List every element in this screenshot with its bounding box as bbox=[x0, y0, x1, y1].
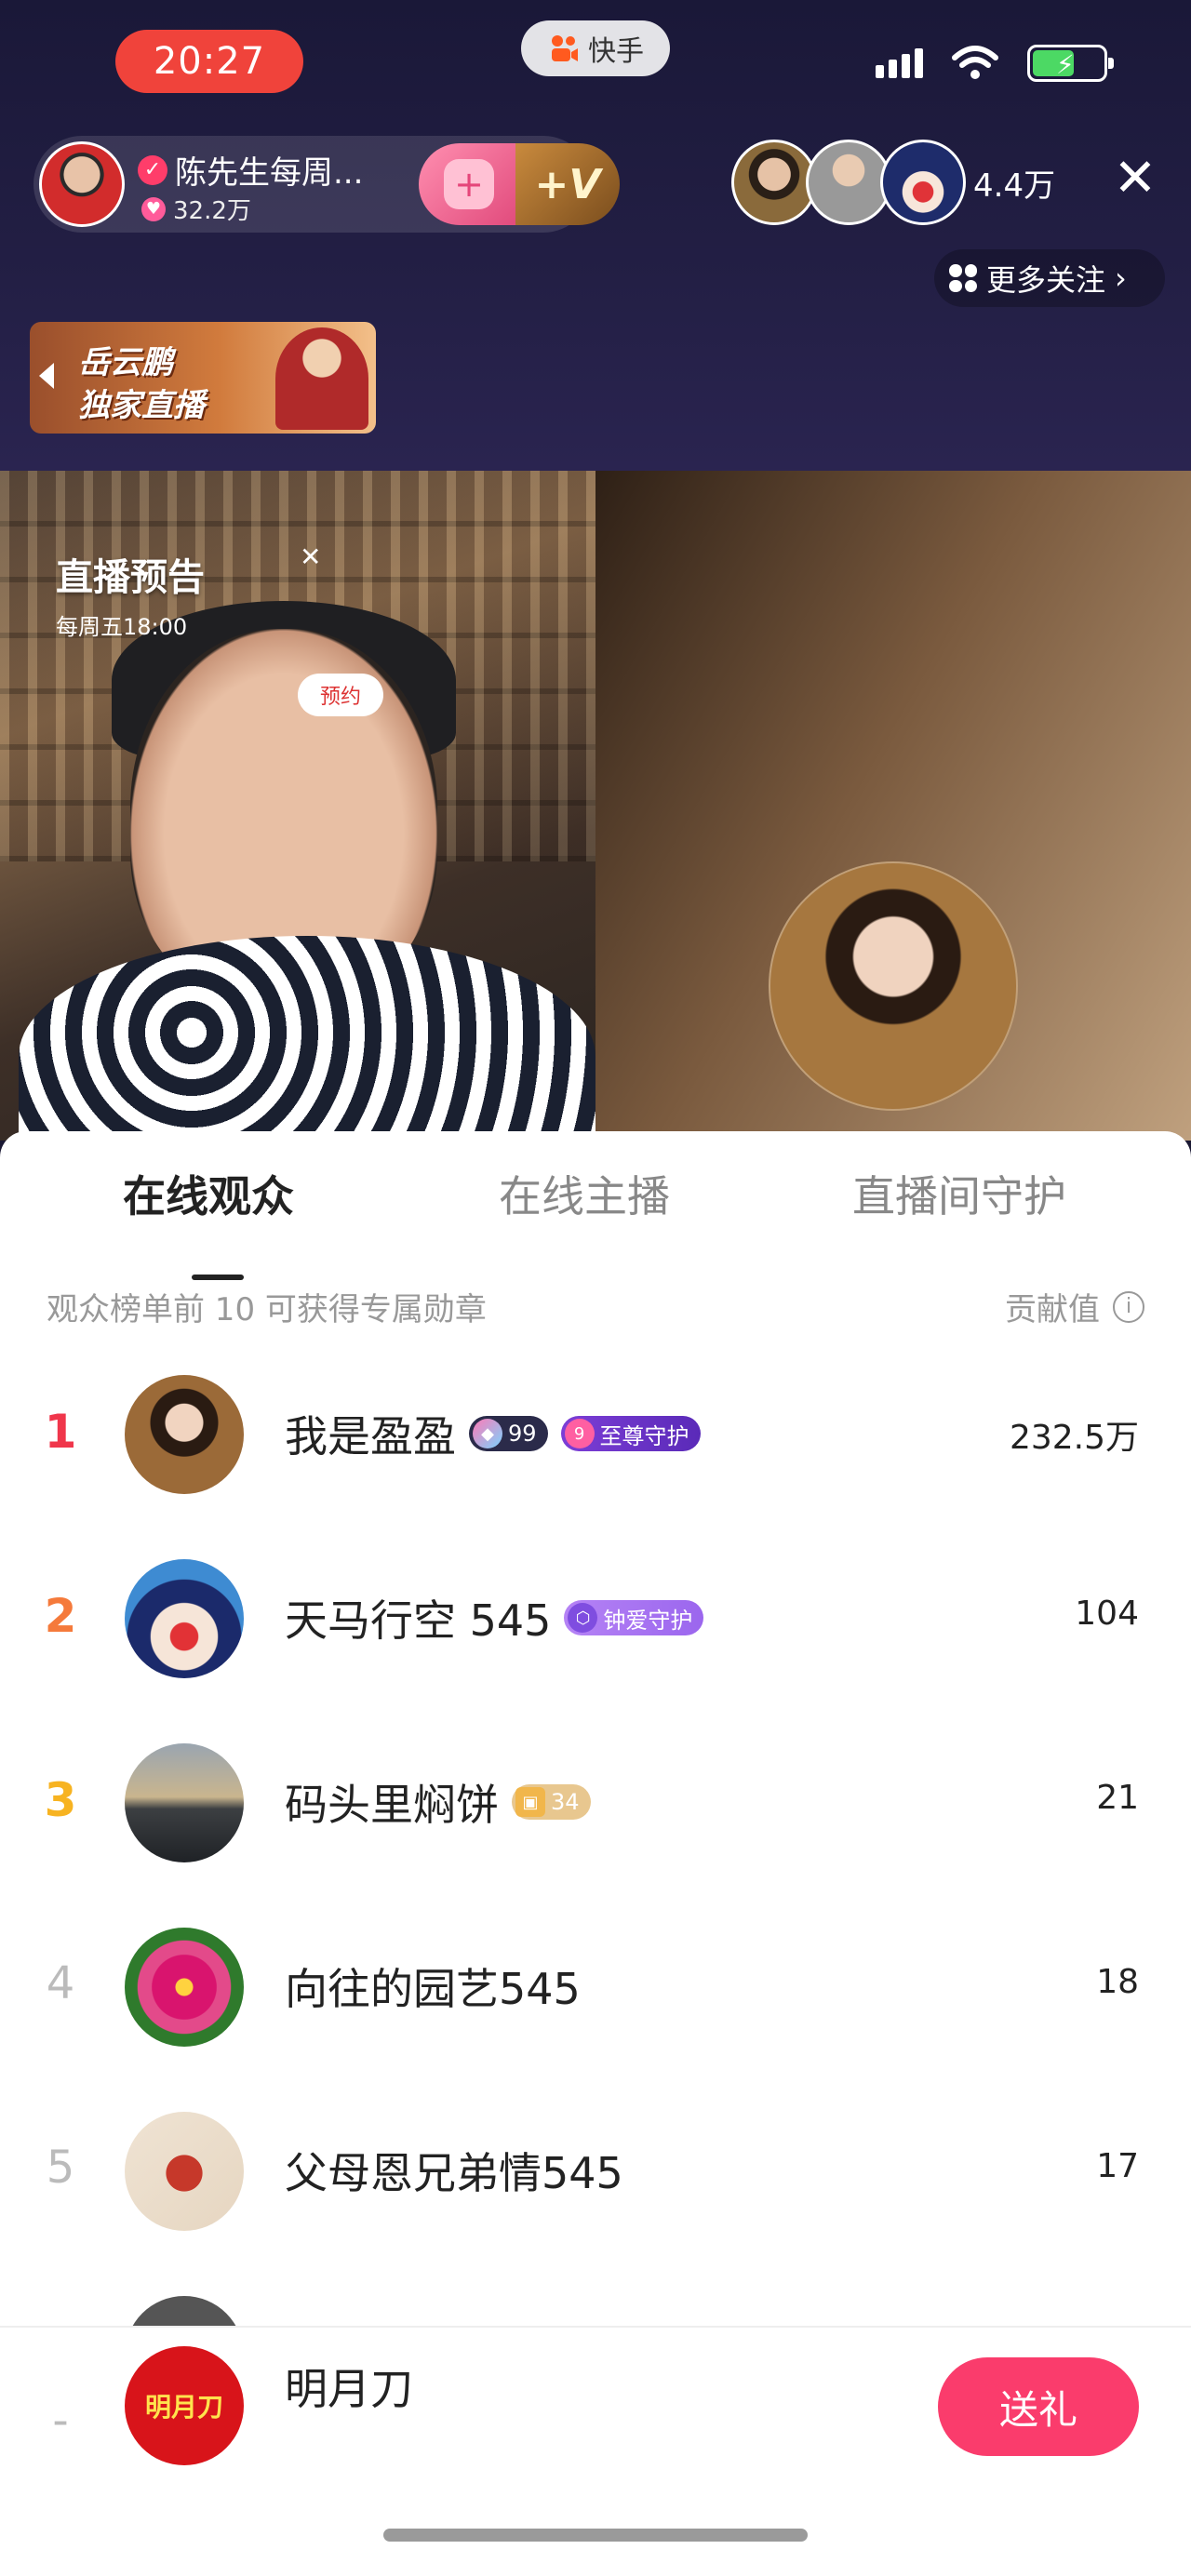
user-name: 父母恩兄弟情545 bbox=[285, 2148, 623, 2198]
caret-left-icon bbox=[39, 363, 54, 389]
banner-line2: 独家直播 bbox=[78, 387, 205, 424]
reserve-button[interactable]: 预约 bbox=[298, 674, 383, 716]
active-tab-indicator bbox=[192, 1275, 244, 1280]
viewer-avatar[interactable] bbox=[731, 140, 817, 225]
user-name: 天马行空 545 bbox=[285, 1595, 552, 1646]
tab-room-guardians[interactable]: 直播间守护 bbox=[852, 1163, 1066, 1224]
guest-avatar[interactable] bbox=[769, 861, 1018, 1111]
viewer-avatar[interactable] bbox=[806, 140, 891, 225]
close-icon[interactable]: ✕ bbox=[1111, 153, 1159, 205]
home-indicator[interactable] bbox=[383, 2529, 808, 2542]
host-avatar[interactable] bbox=[39, 141, 125, 227]
contribution-label: 贡献值 bbox=[1005, 1291, 1100, 1328]
rank-number: 4 bbox=[46, 1957, 75, 2009]
banner-line1: 岳云鹏 bbox=[78, 344, 173, 381]
cube-icon: ▣ bbox=[515, 1787, 545, 1817]
kuaishou-logo-icon bbox=[552, 35, 578, 61]
fan-level-badge: ▣ 34 bbox=[512, 1784, 591, 1820]
ranking-note: 观众榜单前 10 可获得专属勋章 bbox=[47, 1291, 487, 1328]
user-name: 向往的园艺545 bbox=[285, 1964, 581, 2014]
cellular-signal-icon bbox=[876, 48, 923, 78]
my-rank: - bbox=[52, 2395, 69, 2447]
banner-portrait bbox=[275, 327, 368, 430]
user-name: 码头里焖饼 bbox=[285, 1780, 499, 1830]
live-header: 20:27 快手 ⚡ ✓ 陈先生每周... ♥ 32.2万 + +V 4.4万 … bbox=[0, 0, 1191, 471]
rank-number: 1 bbox=[44, 1405, 77, 1459]
level-badge: ◆ 99 bbox=[469, 1416, 548, 1451]
verified-icon: ✓ bbox=[138, 154, 167, 185]
list-item[interactable]: 2 天马行空 545 ⬡ 钟爱守护 104 bbox=[0, 1544, 1191, 1693]
preview-schedule: 每周五18:00 bbox=[56, 614, 188, 640]
guest-video[interactable] bbox=[596, 471, 1191, 1141]
close-icon[interactable]: ✕ bbox=[300, 541, 321, 572]
heart-icon: ♥ bbox=[141, 196, 166, 221]
my-avatar[interactable]: 明月刀 bbox=[125, 2346, 244, 2465]
sheet-tabs: 在线观众 在线主播 直播间守护 bbox=[0, 1163, 1191, 1280]
tab-online-hosts[interactable]: 在线主播 bbox=[499, 1163, 670, 1224]
rank-number: 3 bbox=[44, 1773, 77, 1827]
avatar[interactable] bbox=[125, 1559, 244, 1678]
viewer-avatar[interactable] bbox=[880, 140, 966, 225]
avatar[interactable] bbox=[125, 1743, 244, 1862]
list-item[interactable]: 1 我是盈盈 ◆ 99 9 至尊守护 232.5万 bbox=[0, 1360, 1191, 1509]
rank-number: 2 bbox=[44, 1589, 77, 1643]
battery-icon: ⚡ bbox=[1027, 45, 1114, 82]
rank-number: 5 bbox=[46, 2142, 75, 2194]
guardian-icon: 9 bbox=[564, 1419, 595, 1448]
host-name: 陈先生每周... bbox=[175, 154, 364, 192]
avatar[interactable] bbox=[125, 1928, 244, 2047]
host-fans-count: 32.2万 bbox=[173, 197, 251, 225]
status-time: 20:27 bbox=[115, 30, 303, 93]
list-item[interactable]: 5 父母恩兄弟情545 17 bbox=[0, 2097, 1191, 2246]
top-viewers[interactable] bbox=[731, 140, 966, 225]
contribution-score: 21 bbox=[1096, 1779, 1139, 1817]
avatar[interactable] bbox=[125, 2112, 244, 2231]
chevron-right-icon: › bbox=[1115, 260, 1127, 296]
more-follow-button[interactable]: 更多关注 › bbox=[934, 249, 1165, 307]
follow-button[interactable]: + bbox=[419, 143, 519, 225]
info-icon[interactable]: i bbox=[1113, 1290, 1144, 1323]
viewer-count[interactable]: 4.4万 bbox=[973, 160, 1055, 206]
user-name: 我是盈盈 bbox=[285, 1411, 456, 1462]
preview-title: 直播预告 bbox=[56, 556, 205, 599]
gem-icon: ◆ bbox=[473, 1419, 502, 1448]
more-follow-label: 更多关注 bbox=[986, 262, 1106, 298]
shield-icon: ⬡ bbox=[568, 1603, 598, 1633]
send-gift-button[interactable]: 送礼 bbox=[938, 2357, 1139, 2456]
contribution-score: 17 bbox=[1096, 2147, 1139, 2185]
status-icons: ⚡ bbox=[876, 45, 1114, 82]
wifi-icon bbox=[952, 46, 998, 79]
tab-online-audience[interactable]: 在线观众 bbox=[123, 1163, 294, 1224]
contribution-score: 18 bbox=[1096, 1963, 1139, 2001]
avatar[interactable] bbox=[125, 1375, 244, 1494]
my-name: 明月刀 bbox=[285, 2364, 413, 2414]
promo-banner[interactable]: 岳云鹏 独家直播 bbox=[30, 322, 376, 434]
guardian-badge: ⬡ 钟爱守护 bbox=[564, 1600, 704, 1635]
plus-icon: + bbox=[444, 159, 494, 209]
live-preview-card: 直播预告 每周五18:00 ✕ 预约 bbox=[56, 541, 383, 716]
grid-icon bbox=[949, 264, 977, 292]
app-indicator[interactable]: 快手 bbox=[521, 20, 670, 76]
list-item[interactable]: 3 码头里焖饼 ▣ 34 21 bbox=[0, 1728, 1191, 1877]
app-name: 快手 bbox=[588, 35, 644, 68]
contribution-score: 232.5万 bbox=[1009, 1419, 1139, 1457]
host-card[interactable]: ✓ 陈先生每周... ♥ 32.2万 + +V bbox=[33, 136, 620, 233]
vip-button[interactable]: +V bbox=[515, 143, 620, 225]
contribution-score: 104 bbox=[1075, 1595, 1139, 1633]
host-video[interactable]: 直播预告 每周五18:00 ✕ 预约 bbox=[0, 471, 596, 1141]
guardian-badge: 9 至尊守护 bbox=[560, 1416, 701, 1451]
audience-sheet: 在线观众 在线主播 直播间守护 观众榜单前 10 可获得专属勋章 贡献值 i 1… bbox=[0, 1131, 1191, 2576]
list-item[interactable]: 4 向往的园艺545 18 bbox=[0, 1913, 1191, 2062]
